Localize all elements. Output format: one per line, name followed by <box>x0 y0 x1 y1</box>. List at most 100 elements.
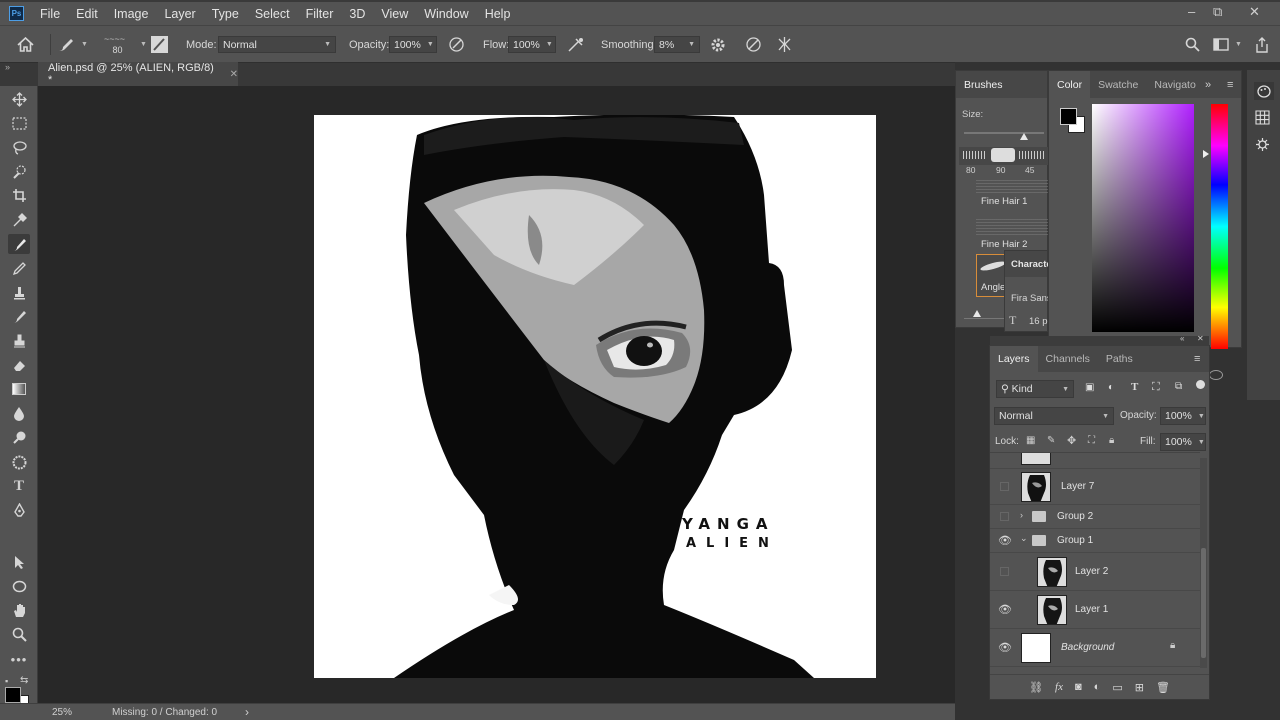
eye-icon[interactable]: 👁︎ <box>998 641 1012 654</box>
tab-swatches[interactable]: Swatche <box>1090 79 1146 91</box>
eye-icon[interactable]: 👁︎ <box>998 534 1012 547</box>
brush-item-fine-hair-1[interactable]: Fine Hair 1 <box>981 196 1027 207</box>
restore-button[interactable]: ⧉ <box>1213 4 1222 20</box>
tab-paths[interactable]: Paths <box>1098 353 1141 365</box>
close-document-icon[interactable]: ✕ <box>230 69 238 80</box>
stamp-tool-icon[interactable] <box>8 331 30 351</box>
chevron-right-icon[interactable]: › <box>1020 510 1023 520</box>
document-canvas[interactable] <box>314 115 876 678</box>
document-tab[interactable]: Alien.psd @ 25% (ALIEN, RGB/8) * ✕ <box>38 62 238 86</box>
pencil-tool-icon[interactable] <box>8 258 30 278</box>
workspace-icon[interactable]: ▼ <box>1213 26 1242 63</box>
group-row[interactable]: 👁︎ ⌄ Group 1 <box>990 529 1200 553</box>
blur-tool-icon[interactable] <box>8 403 30 423</box>
color-panel-foreground-swatch[interactable] <box>1060 108 1077 125</box>
lock-all-icon[interactable]: 🔒︎ <box>1109 435 1114 446</box>
brush-item-fine-hair-2[interactable]: Fine Hair 2 <box>981 239 1027 250</box>
brush-tool-icon[interactable] <box>8 234 30 254</box>
smoothing-field[interactable]: 8% ▼ <box>654 26 700 63</box>
layer-name[interactable]: Background <box>1061 642 1114 653</box>
layers-scrollbar-thumb[interactable] <box>1201 548 1206 658</box>
menu-select[interactable]: Select <box>247 7 298 21</box>
close-panel-icon[interactable]: ✕ <box>1197 334 1204 343</box>
menu-type[interactable]: Type <box>204 7 247 21</box>
swap-colors-icon[interactable]: ⇆ <box>20 675 28 686</box>
group-name[interactable]: Group 2 <box>1057 511 1093 522</box>
brush-tool-preset-icon[interactable]: ▼ <box>57 26 88 63</box>
default-colors-icon[interactable]: ▪ <box>5 676 8 686</box>
fx-icon[interactable]: fx <box>1055 681 1063 693</box>
tab-layers[interactable]: Layers <box>990 346 1038 372</box>
color-palette-icon[interactable] <box>1254 82 1274 100</box>
smoothing-settings-gear-icon[interactable] <box>710 26 726 63</box>
layer-row-partial[interactable] <box>990 453 1200 469</box>
share-icon[interactable] <box>1255 26 1269 63</box>
crop-tool-icon[interactable] <box>8 185 30 205</box>
filter-adjustment-icon[interactable]: ◐ <box>1108 382 1114 393</box>
menu-layer[interactable]: Layer <box>156 7 203 21</box>
move-tool-icon[interactable] <box>8 89 30 109</box>
foreground-color-swatch[interactable] <box>5 687 21 703</box>
visibility-toggle-off[interactable] <box>1000 482 1009 491</box>
quick-selection-tool-icon[interactable] <box>8 161 30 181</box>
dodge-tool-icon[interactable] <box>8 427 30 447</box>
layer-list[interactable]: Layer 7 › Group 2 👁︎ ⌄ Group 1 Layer 2 👁… <box>990 452 1200 674</box>
new-group-folder-icon[interactable]: ▭ <box>1112 681 1122 694</box>
eye-icon[interactable]: 👁︎ <box>998 603 1012 616</box>
layer-name[interactable]: Layer 1 <box>1075 604 1108 615</box>
visibility-toggle-off[interactable] <box>1000 512 1009 521</box>
minimize-button[interactable]: – <box>1188 4 1195 19</box>
brush-size-slider[interactable] <box>964 132 1044 134</box>
pressure-opacity-icon[interactable] <box>448 26 465 63</box>
layer-row[interactable]: 👁︎ Layer 1 <box>990 591 1200 629</box>
layers-scrollbar[interactable] <box>1200 458 1207 668</box>
layers-panel-menu-icon[interactable]: ≡ <box>1194 353 1200 365</box>
filter-shape-icon[interactable]: ⛶ <box>1152 381 1160 394</box>
path-selection-tool-icon[interactable] <box>8 552 30 572</box>
brush-hardness-handle[interactable] <box>973 310 981 317</box>
airbrush-icon[interactable] <box>567 26 585 63</box>
visibility-toggle-off[interactable] <box>1000 567 1009 576</box>
hue-slider[interactable] <box>1211 104 1228 349</box>
blend-mode-select[interactable]: Normal ▼ <box>994 407 1114 425</box>
swatches-grid-icon[interactable] <box>1255 110 1270 128</box>
layer-name[interactable]: Layer 7 <box>1061 481 1094 492</box>
filter-toggle-icon[interactable] <box>1196 380 1205 389</box>
close-window-button[interactable]: ✕ <box>1249 4 1260 20</box>
layer-row[interactable]: Layer 2 <box>990 553 1200 591</box>
pen-tool-icon[interactable] <box>8 500 30 520</box>
menu-edit[interactable]: Edit <box>68 7 106 21</box>
layer-row[interactable]: 👁︎ Background 🔒︎ <box>990 629 1200 667</box>
layer-name[interactable]: Layer 2 <box>1075 566 1108 577</box>
tab-brushes[interactable]: Brushes <box>956 71 1011 98</box>
group-row[interactable]: › Group 2 <box>990 505 1200 529</box>
more-tools-icon[interactable]: ••• <box>8 649 30 669</box>
collapse-panel-icon[interactable]: « <box>1180 334 1184 343</box>
eraser-tool-icon[interactable] <box>8 355 30 375</box>
layer-filter-kind[interactable]: ⚲ Kind ▼ <box>996 380 1074 398</box>
character-font[interactable]: Fira Sans <box>1011 293 1052 304</box>
mode-select[interactable]: Normal ▼ <box>218 26 336 63</box>
opacity-field[interactable]: 100% ▼ <box>389 26 437 63</box>
type-tool-icon[interactable]: T <box>8 476 30 496</box>
zoom-level[interactable]: 25% <box>52 707 72 718</box>
lock-position-icon[interactable]: ✥ <box>1067 434 1076 447</box>
hue-slider-handle[interactable] <box>1203 150 1209 158</box>
gradient-tool-icon[interactable] <box>8 379 30 399</box>
lock-pixels-brush-icon[interactable]: ✎ <box>1047 435 1055 446</box>
hand-tool-icon[interactable] <box>8 600 30 620</box>
tab-character[interactable]: Characte <box>1005 251 1052 277</box>
marquee-tool-icon[interactable] <box>8 113 30 133</box>
navigator-icon[interactable] <box>1255 137 1270 155</box>
brush-picker-caret-icon[interactable]: ▼ <box>134 26 147 63</box>
ellipse-tool-icon[interactable] <box>8 576 30 596</box>
tab-color[interactable]: Color <box>1049 71 1091 98</box>
character-font-size[interactable]: 16 p <box>1029 316 1048 327</box>
search-icon[interactable] <box>1185 26 1200 63</box>
chevron-down-icon[interactable]: ⌄ <box>1020 533 1028 544</box>
zoom-tool-icon[interactable] <box>8 624 30 644</box>
flow-field[interactable]: 100% ▼ <box>508 26 556 63</box>
filter-type-icon[interactable]: T <box>1131 381 1138 393</box>
tab-navigator[interactable]: Navigato <box>1146 79 1203 91</box>
symmetry-icon[interactable] <box>776 26 793 63</box>
